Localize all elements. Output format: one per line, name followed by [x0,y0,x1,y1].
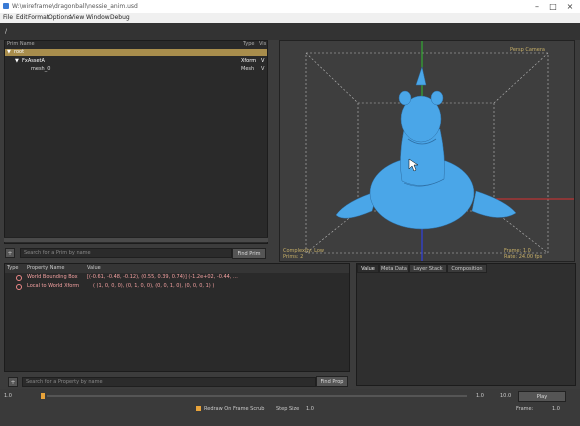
inspector-panel: Value Meta Data Layer Stack Composition [356,263,576,386]
window-title: W:\wireframe\dragonball\nessie_anim.usd [12,3,138,10]
tree-row-label: root [14,49,25,55]
column-prop-name[interactable]: Property Name [27,264,65,273]
property-value: [(-0.61, -0.48, -0.12), (0.55, 0.39, 0.7… [87,274,238,280]
computed-property-icon [16,284,22,290]
timeline-start[interactable]: 1.0 [4,393,12,399]
window-titlebar: W:\wireframe\dragonball\nessie_anim.usd … [0,0,580,13]
property-expand-button[interactable]: + [8,377,18,387]
viewport-scene [305,41,574,261]
column-prim-name[interactable]: Prim Name [7,41,35,49]
timeline-slider-handle[interactable] [41,393,45,399]
prim-hierarchy-panel: Prim Name Type Vis ▼ root ▼ FxAssetA Xfo… [4,40,268,244]
menu-format[interactable]: Format [28,14,49,21]
path-bar: / [0,23,580,40]
tree-row-label: mesh_0 [31,66,51,72]
close-button[interactable]: × [563,1,577,12]
prim-search-bar: + Search for a Prim by name Find Prim [4,247,268,260]
tree-row-vis[interactable]: V [261,66,264,72]
tree-row-root[interactable]: ▼ root [5,49,267,56]
menu-window[interactable]: Window [86,14,110,21]
tree-row-fxasset[interactable]: ▼ FxAssetA Xform V [5,58,267,65]
tree-row-label: FxAssetA [22,58,45,64]
maximize-button[interactable]: □ [546,1,560,12]
current-path[interactable]: / [5,28,7,35]
step-size-label: Step Size [276,406,300,412]
minimize-button[interactable]: – [530,1,544,12]
properties-panel: Type Property Name Value World Bounding … [4,263,350,372]
expand-button[interactable]: + [5,248,15,258]
tree-row-vis[interactable]: V [261,58,264,64]
column-prop-value[interactable]: Value [87,264,101,273]
3d-viewport[interactable]: Persp Camera Complexity: Low Prims: 2 Fr… [279,40,575,262]
camera-label: Persp Camera [510,47,545,53]
prim-search-input[interactable]: Search for a Prim by name [20,248,232,258]
timeline-current[interactable]: 1.0 [476,393,484,399]
menu-file[interactable]: File [3,14,13,21]
menu-options[interactable]: Options [48,14,71,21]
menu-edit[interactable]: Edit [16,14,28,21]
property-search-bar: + Search for a Property by name Find Pro… [4,376,350,388]
column-type[interactable]: Type [243,41,254,49]
property-name: Local to World Xform [27,283,80,289]
tree-row-mesh[interactable]: mesh_0 Mesh V [5,66,267,73]
frame-label: Frame: [516,406,534,412]
collapse-arrow-icon[interactable]: ▼ [7,49,11,55]
frame-field[interactable]: 1.0 [552,406,560,412]
viewport-frame-line-2: Rate: 24.00 fps [504,254,543,260]
tree-row-type: Mesh [241,66,255,72]
column-prop-type[interactable]: Type [7,264,18,273]
redraw-checkbox[interactable] [196,406,201,411]
find-prop-button[interactable]: Find Prop [316,376,348,387]
step-size-field[interactable]: 1.0 [306,406,314,412]
hierarchy-scrollbar[interactable] [4,237,268,242]
tree-row-type: Xform [241,58,257,64]
redraw-label: Redraw On Frame Scrub [204,406,265,412]
find-prim-button[interactable]: Find Prim [232,248,266,259]
property-row[interactable]: Local to World Xform ( (1, 0, 0, 0), (0,… [7,283,351,292]
nessie-model [335,66,517,230]
menu-view[interactable]: View [70,14,84,21]
property-search-input[interactable]: Search for a Property by name [22,377,316,387]
app-icon [3,3,9,9]
tab-composition[interactable]: Composition [447,264,487,273]
collapse-arrow-icon[interactable]: ▼ [15,58,19,64]
timeline-slider-track[interactable] [47,395,467,397]
tab-layer-stack[interactable]: Layer Stack [409,264,447,273]
menu-debug[interactable]: Debug [110,14,130,21]
play-button[interactable]: Play [518,391,566,402]
property-value: ( (1, 0, 0, 0), (0, 1, 0, 0), (0, 0, 1, … [93,283,215,289]
property-row[interactable]: World Bounding Box [(-0.61, -0.48, -0.12… [7,274,351,283]
property-name: World Bounding Box [27,274,78,280]
tab-value[interactable]: Value [357,264,379,273]
tab-meta-data[interactable]: Meta Data [379,264,409,273]
menu-bar: File Edit Format Options View Window Deb… [0,13,580,23]
timeline-bar: 1.0 1.0 10.0 Play Redraw On Frame Scrub … [0,389,580,426]
computed-property-icon [16,275,22,281]
column-vis[interactable]: Vis [259,41,266,49]
viewport-stats-line-2: Prims: 2 [283,254,304,260]
timeline-end[interactable]: 10.0 [500,393,511,399]
